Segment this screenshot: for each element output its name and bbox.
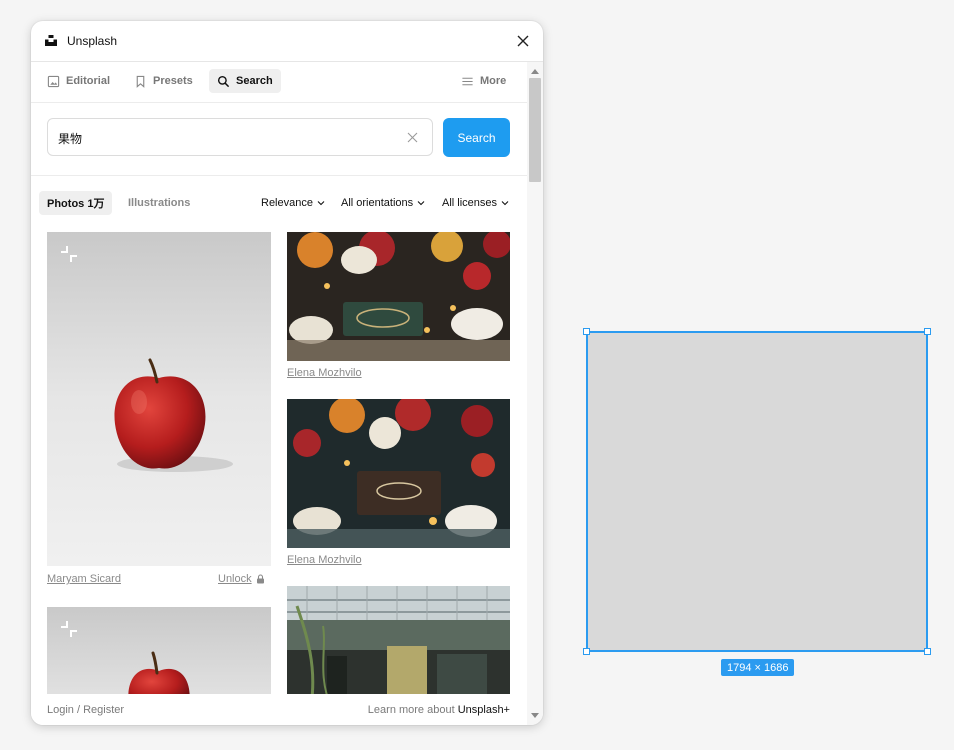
learn-more-label: Learn more about bbox=[367, 704, 455, 716]
result-image-apple[interactable] bbox=[47, 232, 271, 566]
unsplash-plugin-panel: Unsplash Editorial Presets Search More 果… bbox=[31, 21, 543, 725]
chevron-down-icon bbox=[501, 201, 509, 206]
selected-frame[interactable] bbox=[586, 331, 928, 652]
title-bar: Unsplash bbox=[31, 21, 543, 62]
scroll-up-icon[interactable] bbox=[531, 68, 539, 74]
resize-handle-top-left[interactable] bbox=[583, 328, 590, 335]
search-input-value: 果物 bbox=[58, 132, 83, 146]
results-grid: Maryam Sicard Unlock Elena Mozhvilo Elen… bbox=[31, 232, 527, 694]
orientation-label: All orientations bbox=[341, 197, 414, 209]
unsplash-plus-link[interactable]: Unsplash+ bbox=[458, 704, 510, 716]
frame-size-badge: 1794 × 1686 bbox=[721, 659, 795, 676]
tab-editorial[interactable]: Editorial bbox=[39, 69, 118, 93]
plugin-footer: Login / Register Learn more about Unspla… bbox=[31, 695, 527, 725]
result-image-still-life-1[interactable] bbox=[287, 232, 510, 361]
unsplash-plus-icon bbox=[61, 246, 77, 262]
chevron-down-icon bbox=[417, 201, 425, 206]
unlock-label: Unlock bbox=[218, 573, 252, 585]
author-credit[interactable]: Maryam Sicard bbox=[47, 573, 121, 585]
search-icon bbox=[217, 75, 230, 87]
scrollbar-thumb[interactable] bbox=[529, 78, 541, 182]
result-image-building[interactable] bbox=[287, 586, 510, 694]
still-life-photo bbox=[287, 399, 510, 548]
result-image-apple-2[interactable] bbox=[47, 607, 271, 694]
search-button[interactable]: Search bbox=[443, 118, 510, 157]
apple-photo bbox=[47, 232, 271, 566]
tab-label: Editorial bbox=[66, 75, 111, 87]
tab-presets[interactable]: Presets bbox=[126, 69, 201, 93]
tab-label: Search bbox=[236, 75, 273, 87]
unsplash-plus-icon bbox=[61, 621, 77, 637]
unlock-link[interactable]: Unlock bbox=[218, 573, 265, 585]
license-label: All licenses bbox=[442, 197, 498, 209]
scrollbar[interactable] bbox=[527, 62, 543, 725]
plugin-tabs: Editorial Presets Search More bbox=[31, 62, 527, 103]
unsplash-logo-icon bbox=[45, 35, 57, 46]
tab-label: Presets bbox=[153, 75, 193, 87]
tab-search[interactable]: Search bbox=[209, 69, 281, 93]
relevance-dropdown[interactable]: Relevance bbox=[261, 197, 325, 209]
building-photo bbox=[287, 586, 510, 694]
relevance-label: Relevance bbox=[261, 197, 313, 209]
author-credit[interactable]: Elena Mozhvilo bbox=[287, 367, 362, 379]
lock-icon bbox=[256, 574, 264, 584]
scroll-down-icon[interactable] bbox=[531, 713, 539, 719]
illustrations-tab[interactable]: Illustrations bbox=[120, 191, 198, 215]
image-icon bbox=[47, 75, 60, 87]
login-register-link[interactable]: Login / Register bbox=[47, 704, 124, 716]
search-row: 果物 Search bbox=[31, 103, 527, 176]
license-dropdown[interactable]: All licenses bbox=[442, 197, 509, 209]
clear-icon[interactable] bbox=[407, 132, 418, 143]
search-input[interactable]: 果物 bbox=[47, 118, 433, 156]
window-title: Unsplash bbox=[67, 34, 118, 48]
menu-icon bbox=[462, 77, 473, 85]
chevron-down-icon bbox=[317, 201, 325, 206]
result-image-still-life-2[interactable] bbox=[287, 399, 510, 548]
tab-more[interactable]: More bbox=[453, 69, 514, 93]
bookmark-icon bbox=[136, 75, 145, 88]
apple-photo bbox=[47, 607, 271, 694]
still-life-photo bbox=[287, 232, 510, 361]
learn-more-text: Learn more about Unsplash+ bbox=[368, 704, 510, 716]
author-credit[interactable]: Elena Mozhvilo bbox=[287, 554, 362, 566]
resize-handle-top-right[interactable] bbox=[924, 328, 931, 335]
resize-handle-bottom-left[interactable] bbox=[583, 648, 590, 655]
photos-tab[interactable]: Photos 1万 bbox=[39, 191, 113, 215]
orientation-dropdown[interactable]: All orientations bbox=[341, 197, 425, 209]
filter-bar: Photos 1万 Illustrations Relevance All or… bbox=[31, 176, 527, 232]
resize-handle-bottom-right[interactable] bbox=[924, 648, 931, 655]
close-icon[interactable] bbox=[515, 33, 531, 49]
tab-label: More bbox=[480, 75, 507, 87]
